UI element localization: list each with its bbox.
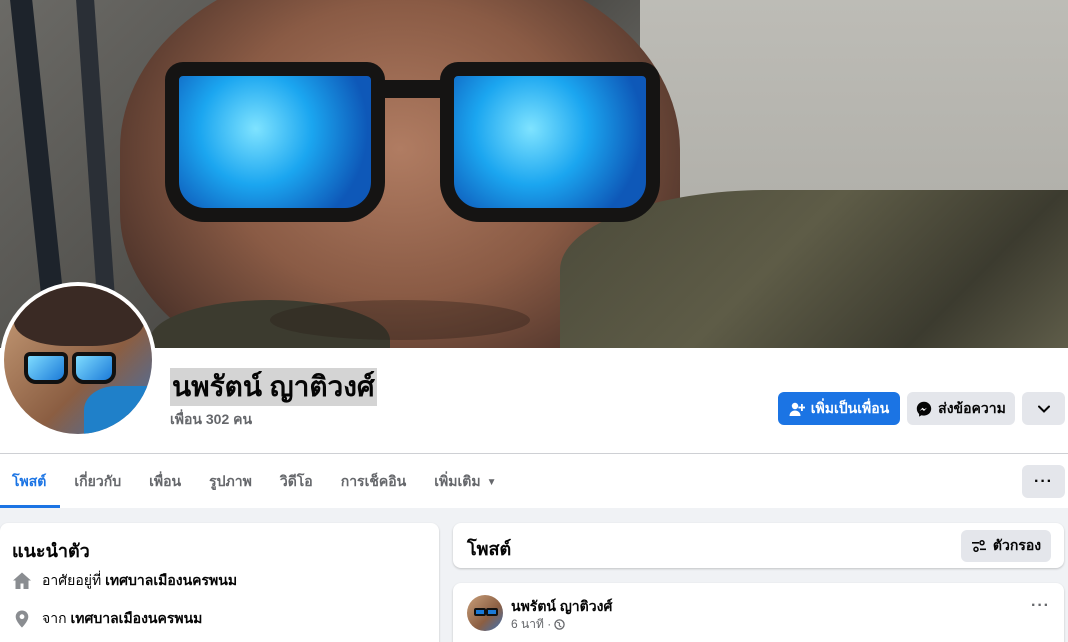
filter-icon [971,540,986,553]
chevron-down-icon [1037,405,1050,413]
filter-button[interactable]: ตัวกรอง [961,530,1051,562]
profile-avatar[interactable] [0,282,156,438]
cover-lens-right [440,62,660,222]
avatar-shirt [84,386,152,434]
post-time[interactable]: 6 นาที · [511,615,551,634]
lives-value[interactable]: เทศบาลเมืองนครพนม [105,572,237,588]
avatar-hair [14,286,144,346]
globe-icon [554,619,565,630]
tab-more[interactable]: เพิ่มเติม ▼ [420,462,510,502]
tab-photos[interactable]: รูปภาพ [195,462,266,502]
post-avatar-lens-left [474,608,486,616]
posts-header-card: โพสต์ ตัวกรอง [453,523,1064,568]
header-divider [0,453,1068,454]
post-card: นพรัตน์ ญาติวงศ์ 6 นาที · ··· [453,583,1064,642]
more-actions-button[interactable] [1022,392,1065,425]
more-dots-icon: ··· [1034,472,1053,490]
message-button[interactable]: ส่งข้อความ [907,392,1015,425]
tab-photos-label: รูปภาพ [209,473,252,489]
tab-checkins-label: การเช็คอิน [340,473,407,489]
tab-more-label: เพิ่มเติม [434,473,481,489]
tab-videos-label: วิดีโอ [279,473,313,489]
avatar-image [4,286,152,434]
avatar-lens-right [72,352,116,384]
profile-name: นพรัตน์ ญาติวงศ์ [170,368,377,406]
more-dots-icon: ··· [1031,597,1050,614]
cover-photo[interactable] [0,0,1068,348]
add-friend-button[interactable]: เพิ่มเป็นเพื่อน [778,392,900,425]
cover-mouth [270,300,530,340]
intro-from: จาก เทศบาลเมืองนครพนม [12,608,202,630]
tab-posts-label: โพสต์ [12,473,47,489]
from-prefix: จาก [42,610,67,626]
add-friend-label: เพิ่มเป็นเพื่อน [810,399,890,416]
intro-lives-in: อาศัยอยู่ที่ เทศบาลเมืองนครพนม [12,570,237,592]
tab-friends-label: เพื่อน [149,473,182,489]
tab-about[interactable]: เกี่ยวกับ [60,462,135,502]
cover-sunglasses [155,40,675,222]
tab-videos[interactable]: วิดีโอ [266,462,327,502]
friends-count[interactable]: เพื่อน 302 คน [170,409,252,431]
tab-friends[interactable]: เพื่อน [135,462,195,502]
caret-down-icon: ▼ [486,476,497,488]
tab-about-label: เกี่ยวกับ [74,473,122,489]
tab-posts[interactable]: โพสต์ [0,462,61,508]
intro-title: แนะนำตัว [12,541,90,561]
tabs-more-menu-button[interactable]: ··· [1022,465,1065,498]
location-pin-icon [15,610,29,628]
profile-tabs: โพสต์ เกี่ยวกับ เพื่อน รูปภาพ วิดีโอ การ… [0,462,510,508]
post-avatar[interactable] [467,595,503,631]
add-friend-icon [789,402,805,416]
cover-lens-left [165,62,385,222]
tab-checkins[interactable]: การเช็คอิน [327,462,421,502]
home-icon [13,572,31,589]
post-more-button[interactable]: ··· [1031,597,1050,615]
lives-prefix: อาศัยอยู่ที่ [42,572,102,588]
filter-label: ตัวกรอง [992,537,1042,553]
post-meta: 6 นาที · [511,615,565,634]
messenger-icon [916,401,932,417]
avatar-lens-left [24,352,68,384]
post-avatar-lens-right [486,608,498,616]
posts-title: โพสต์ [467,539,512,559]
message-label: ส่งข้อความ [938,399,1006,416]
from-value[interactable]: เทศบาลเมืองนครพนม [70,610,202,626]
